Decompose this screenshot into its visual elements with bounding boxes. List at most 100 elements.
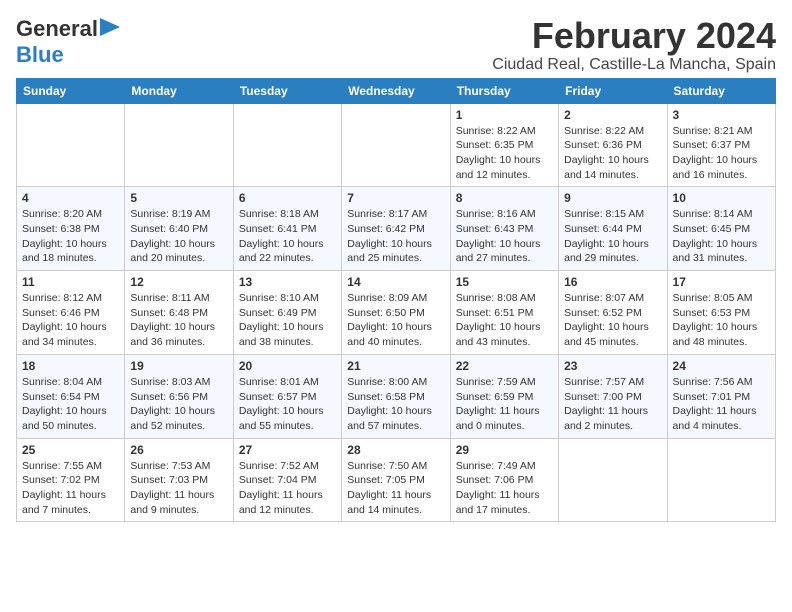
day-number: 9: [564, 191, 661, 205]
calendar-subtitle: Ciudad Real, Castille-La Mancha, Spain: [492, 56, 776, 74]
day-number: 27: [239, 443, 336, 457]
table-row: 5 Sunrise: 8:19 AM Sunset: 6:40 PM Daylig…: [125, 187, 233, 271]
day-number: 18: [22, 359, 119, 373]
day-info: Sunrise: 7:57 AM Sunset: 7:00 PM Dayligh…: [564, 375, 661, 434]
day-number: 23: [564, 359, 661, 373]
table-row: 11 Sunrise: 8:12 AM Sunset: 6:46 PM Dayli…: [17, 271, 125, 355]
day-number: 5: [130, 191, 227, 205]
table-row: 14Sunrise: 8:09 AM Sunset: 6:50 PM Dayli…: [342, 271, 450, 355]
table-row: 6 Sunrise: 8:18 AM Sunset: 6:41 PM Daylig…: [233, 187, 341, 271]
table-row: [667, 438, 775, 522]
table-row: 21Sunrise: 8:00 AM Sunset: 6:58 PM Dayli…: [342, 354, 450, 438]
day-number: 13: [239, 275, 336, 289]
table-row: [559, 438, 667, 522]
day-number: 11: [22, 275, 119, 289]
table-row: 12Sunrise: 8:11 AM Sunset: 6:48 PM Dayli…: [125, 271, 233, 355]
day-number: 20: [239, 359, 336, 373]
day-number: 3: [673, 108, 770, 122]
day-number: 15: [456, 275, 553, 289]
day-info: Sunrise: 8:04 AM Sunset: 6:54 PM Dayligh…: [22, 375, 119, 434]
table-row: 22 Sunrise: 7:59 AM Sunset: 6:59 PM Dayli…: [450, 354, 558, 438]
day-info: Sunrise: 8:14 AM Sunset: 6:45 PM Dayligh…: [673, 207, 770, 266]
table-row: 25 Sunrise: 7:55 AM Sunset: 7:02 PM Dayli…: [17, 438, 125, 522]
day-number: 28: [347, 443, 444, 457]
table-row: 28 Sunrise: 7:50 AM Sunset: 7:05 PM Dayli…: [342, 438, 450, 522]
day-info: Sunrise: 8:03 AM Sunset: 6:56 PM Dayligh…: [130, 375, 227, 434]
day-info: Sunrise: 7:59 AM Sunset: 6:59 PM Dayligh…: [456, 375, 553, 434]
table-row: 27 Sunrise: 7:52 AM Sunset: 7:04 PM Dayli…: [233, 438, 341, 522]
calendar-week-row: 11 Sunrise: 8:12 AM Sunset: 6:46 PM Dayli…: [17, 271, 776, 355]
day-info: Sunrise: 7:56 AM Sunset: 7:01 PM Dayligh…: [673, 375, 770, 434]
table-row: [342, 103, 450, 187]
calendar-table: Sunday Monday Tuesday Wednesday Thursday…: [16, 78, 776, 523]
day-info: Sunrise: 8:15 AM Sunset: 6:44 PM Dayligh…: [564, 207, 661, 266]
table-row: [17, 103, 125, 187]
day-info: Sunrise: 8:22 AM Sunset: 6:36 PM Dayligh…: [564, 124, 661, 183]
day-info: Sunrise: 8:19 AM Sunset: 6:40 PM Dayligh…: [130, 207, 227, 266]
day-number: 2: [564, 108, 661, 122]
table-row: 1Sunrise: 8:22 AM Sunset: 6:35 PM Daylig…: [450, 103, 558, 187]
day-info: Sunrise: 7:55 AM Sunset: 7:02 PM Dayligh…: [22, 459, 119, 518]
calendar-week-row: 18 Sunrise: 8:04 AM Sunset: 6:54 PM Dayli…: [17, 354, 776, 438]
day-number: 25: [22, 443, 119, 457]
day-info: Sunrise: 8:00 AM Sunset: 6:58 PM Dayligh…: [347, 375, 444, 434]
day-info: Sunrise: 8:18 AM Sunset: 6:41 PM Dayligh…: [239, 207, 336, 266]
table-row: 2 Sunrise: 8:22 AM Sunset: 6:36 PM Daylig…: [559, 103, 667, 187]
col-saturday: Saturday: [667, 78, 775, 103]
table-row: 23 Sunrise: 7:57 AM Sunset: 7:00 PM Dayli…: [559, 354, 667, 438]
calendar-title: February 2024: [492, 16, 776, 56]
table-row: 13 Sunrise: 8:10 AM Sunset: 6:49 PM Dayli…: [233, 271, 341, 355]
day-info: Sunrise: 8:01 AM Sunset: 6:57 PM Dayligh…: [239, 375, 336, 434]
day-info: Sunrise: 7:52 AM Sunset: 7:04 PM Dayligh…: [239, 459, 336, 518]
table-row: 26 Sunrise: 7:53 AM Sunset: 7:03 PM Dayli…: [125, 438, 233, 522]
col-monday: Monday: [125, 78, 233, 103]
col-wednesday: Wednesday: [342, 78, 450, 103]
table-row: [233, 103, 341, 187]
day-info: Sunrise: 7:50 AM Sunset: 7:05 PM Dayligh…: [347, 459, 444, 518]
day-number: 22: [456, 359, 553, 373]
calendar-title-area: February 2024 Ciudad Real, Castille-La M…: [492, 16, 776, 74]
day-number: 6: [239, 191, 336, 205]
day-info: Sunrise: 8:16 AM Sunset: 6:43 PM Dayligh…: [456, 207, 553, 266]
table-row: 18 Sunrise: 8:04 AM Sunset: 6:54 PM Dayli…: [17, 354, 125, 438]
day-info: Sunrise: 7:49 AM Sunset: 7:06 PM Dayligh…: [456, 459, 553, 518]
day-info: Sunrise: 8:22 AM Sunset: 6:35 PM Dayligh…: [456, 124, 553, 183]
table-row: 19 Sunrise: 8:03 AM Sunset: 6:56 PM Dayli…: [125, 354, 233, 438]
table-row: 29 Sunrise: 7:49 AM Sunset: 7:06 PM Dayli…: [450, 438, 558, 522]
table-row: 16Sunrise: 8:07 AM Sunset: 6:52 PM Dayli…: [559, 271, 667, 355]
day-number: 17: [673, 275, 770, 289]
day-info: Sunrise: 8:20 AM Sunset: 6:38 PM Dayligh…: [22, 207, 119, 266]
logo-arrow-icon: [100, 18, 120, 36]
day-info: Sunrise: 8:10 AM Sunset: 6:49 PM Dayligh…: [239, 291, 336, 350]
table-row: 17Sunrise: 8:05 AM Sunset: 6:53 PM Dayli…: [667, 271, 775, 355]
table-row: 24 Sunrise: 7:56 AM Sunset: 7:01 PM Dayli…: [667, 354, 775, 438]
day-number: 7: [347, 191, 444, 205]
table-row: 4 Sunrise: 8:20 AM Sunset: 6:38 PM Daylig…: [17, 187, 125, 271]
day-number: 19: [130, 359, 227, 373]
day-number: 10: [673, 191, 770, 205]
day-number: 24: [673, 359, 770, 373]
logo-text-blue: Blue: [16, 42, 64, 67]
day-number: 26: [130, 443, 227, 457]
table-row: 9 Sunrise: 8:15 AM Sunset: 6:44 PM Daylig…: [559, 187, 667, 271]
day-info: Sunrise: 8:21 AM Sunset: 6:37 PM Dayligh…: [673, 124, 770, 183]
calendar-week-row: 25 Sunrise: 7:55 AM Sunset: 7:02 PM Dayli…: [17, 438, 776, 522]
day-number: 4: [22, 191, 119, 205]
day-info: Sunrise: 8:17 AM Sunset: 6:42 PM Dayligh…: [347, 207, 444, 266]
logo: General Blue: [16, 16, 120, 68]
day-number: 29: [456, 443, 553, 457]
day-info: Sunrise: 8:12 AM Sunset: 6:46 PM Dayligh…: [22, 291, 119, 350]
col-thursday: Thursday: [450, 78, 558, 103]
logo-text-general: General: [16, 16, 98, 42]
col-friday: Friday: [559, 78, 667, 103]
day-info: Sunrise: 8:11 AM Sunset: 6:48 PM Dayligh…: [130, 291, 227, 350]
day-info: Sunrise: 7:53 AM Sunset: 7:03 PM Dayligh…: [130, 459, 227, 518]
day-info: Sunrise: 8:08 AM Sunset: 6:51 PM Dayligh…: [456, 291, 553, 350]
table-row: 10 Sunrise: 8:14 AM Sunset: 6:45 PM Dayli…: [667, 187, 775, 271]
table-row: [125, 103, 233, 187]
table-row: 20 Sunrise: 8:01 AM Sunset: 6:57 PM Dayli…: [233, 354, 341, 438]
day-info: Sunrise: 8:09 AM Sunset: 6:50 PM Dayligh…: [347, 291, 444, 350]
day-number: 8: [456, 191, 553, 205]
day-info: Sunrise: 8:07 AM Sunset: 6:52 PM Dayligh…: [564, 291, 661, 350]
table-row: 7 Sunrise: 8:17 AM Sunset: 6:42 PM Daylig…: [342, 187, 450, 271]
